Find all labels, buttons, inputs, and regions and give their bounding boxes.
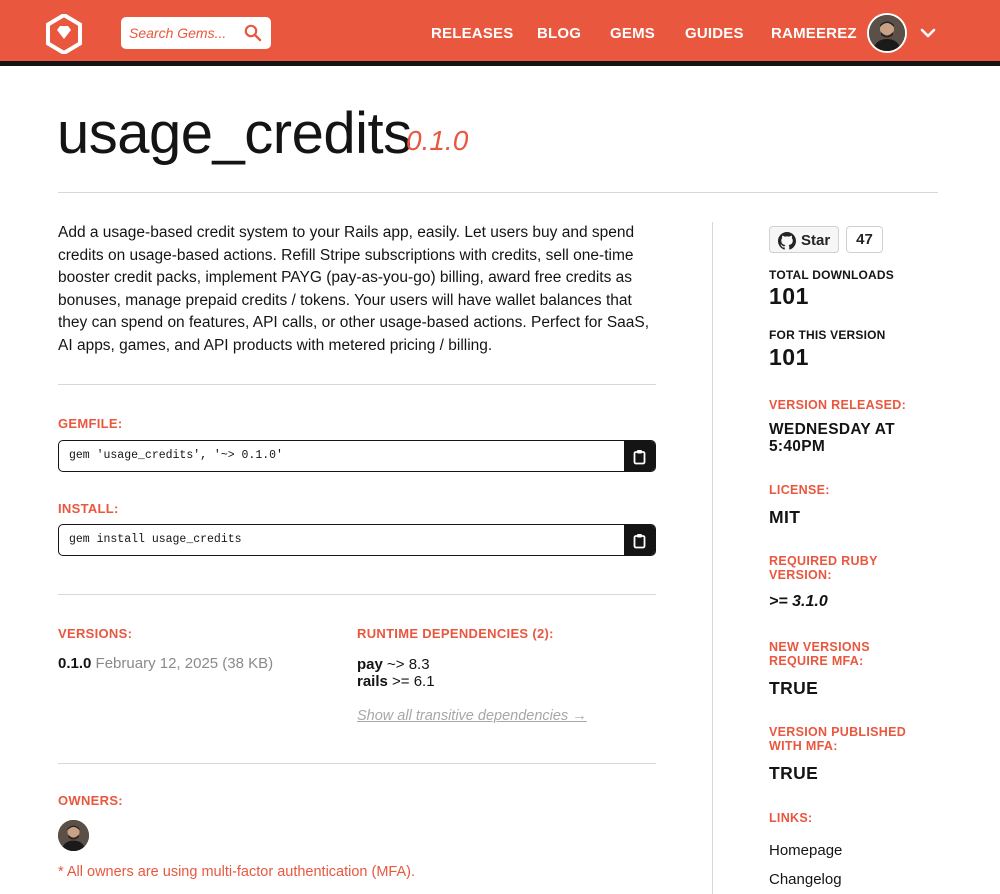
- github-star-button[interactable]: Star: [769, 226, 839, 253]
- dependency-requirement: ~> 8.3: [387, 656, 430, 673]
- dependency-item: rails >= 6.1: [357, 673, 435, 690]
- dependencies-label: RUNTIME DEPENDENCIES (2):: [357, 626, 554, 641]
- gemfile-code[interactable]: gem 'usage_credits', '~> 0.1.0': [69, 449, 283, 462]
- mfa-required-value: TRUE: [769, 678, 819, 698]
- total-downloads-label: TOTAL DOWNLOADS: [769, 268, 894, 282]
- owner-avatar[interactable]: [58, 820, 89, 851]
- avatar-image: [869, 15, 905, 51]
- nav-guides[interactable]: GUIDES: [685, 25, 744, 42]
- copy-install-button[interactable]: [624, 525, 655, 555]
- nav-blog[interactable]: BLOG: [537, 25, 581, 42]
- owners-label: OWNERS:: [58, 793, 123, 808]
- divider: [58, 763, 656, 764]
- published-mfa-value: TRUE: [769, 763, 819, 783]
- version-released-label: VERSION RELEASED:: [769, 398, 907, 412]
- version-released-time: 5:40PM: [769, 438, 826, 455]
- title-divider: [58, 192, 938, 193]
- homepage-link[interactable]: Homepage: [769, 842, 842, 859]
- owners-mfa-note: * All owners are using multi-factor auth…: [58, 864, 416, 880]
- dependency-name-link[interactable]: pay: [357, 656, 383, 673]
- version-link[interactable]: 0.1.0: [58, 655, 91, 672]
- published-mfa-label: VERSION PUBLISHED: [769, 725, 907, 739]
- links-label: LINKS:: [769, 811, 813, 825]
- gem-description: Add a usage-based credit system to your …: [58, 224, 650, 354]
- license-label: LICENSE:: [769, 483, 830, 497]
- divider: [58, 384, 656, 385]
- required-ruby-value: >= 3.1.0: [769, 593, 828, 610]
- search-box[interactable]: [121, 17, 271, 49]
- gemfile-label: GEMFILE:: [58, 416, 123, 431]
- clipboard-icon: [633, 450, 646, 465]
- version-date: February 12, 2025: [95, 655, 219, 672]
- nav-gems[interactable]: GEMS: [610, 25, 655, 42]
- copy-gemfile-button[interactable]: [624, 441, 655, 471]
- dependency-name-link[interactable]: rails: [357, 673, 388, 690]
- show-transitive-dependencies-link[interactable]: Show all transitive dependencies →: [357, 708, 587, 724]
- github-icon: [778, 232, 796, 250]
- top-header: RELEASES BLOG GEMS GUIDES RAMEEREZ: [0, 0, 1000, 66]
- search-icon[interactable]: [244, 24, 262, 42]
- gemfile-code-box[interactable]: gem 'usage_credits', '~> 0.1.0': [58, 440, 656, 472]
- version-downloads-label: FOR THIS VERSION: [769, 328, 886, 342]
- mfa-required-label: NEW VERSIONS: [769, 640, 870, 654]
- total-downloads-value: 101: [769, 283, 809, 309]
- install-code-box[interactable]: gem install usage_credits: [58, 524, 656, 556]
- version-list-item: 0.1.0 February 12, 2025 (38 KB): [58, 655, 273, 672]
- gem-name: usage_credits: [57, 101, 412, 166]
- version-size: (38 KB): [222, 655, 274, 672]
- version-released-value: WEDNESDAY AT: [769, 421, 895, 438]
- gem-version: 0.1.0: [406, 125, 469, 156]
- install-code[interactable]: gem install usage_credits: [69, 533, 242, 546]
- divider: [58, 594, 656, 595]
- dependency-item: pay ~> 8.3: [357, 656, 430, 673]
- star-label: Star: [801, 232, 831, 249]
- sidebar-divider: [712, 222, 713, 894]
- user-avatar[interactable]: [867, 13, 907, 53]
- required-ruby-label-2: VERSION:: [769, 568, 832, 582]
- version-downloads-value: 101: [769, 344, 809, 370]
- chevron-down-icon[interactable]: [919, 26, 937, 40]
- search-input[interactable]: [122, 18, 242, 48]
- rubygems-logo-icon[interactable]: [46, 14, 82, 54]
- required-ruby-label: REQUIRED RUBY: [769, 554, 878, 568]
- clipboard-icon: [633, 534, 646, 549]
- published-mfa-label-2: WITH MFA:: [769, 739, 838, 753]
- nav-releases[interactable]: RELEASES: [431, 25, 513, 42]
- mfa-required-label-2: REQUIRE MFA:: [769, 654, 864, 668]
- versions-label: VERSIONS:: [58, 626, 133, 641]
- star-count[interactable]: 47: [846, 226, 883, 253]
- dependency-requirement: >= 6.1: [392, 673, 435, 690]
- install-label: INSTALL:: [58, 501, 119, 516]
- changelog-link[interactable]: Changelog: [769, 871, 842, 888]
- nav-user-rameerez[interactable]: RAMEEREZ: [771, 25, 857, 42]
- license-value: MIT: [769, 507, 801, 527]
- avatar-image: [58, 820, 89, 851]
